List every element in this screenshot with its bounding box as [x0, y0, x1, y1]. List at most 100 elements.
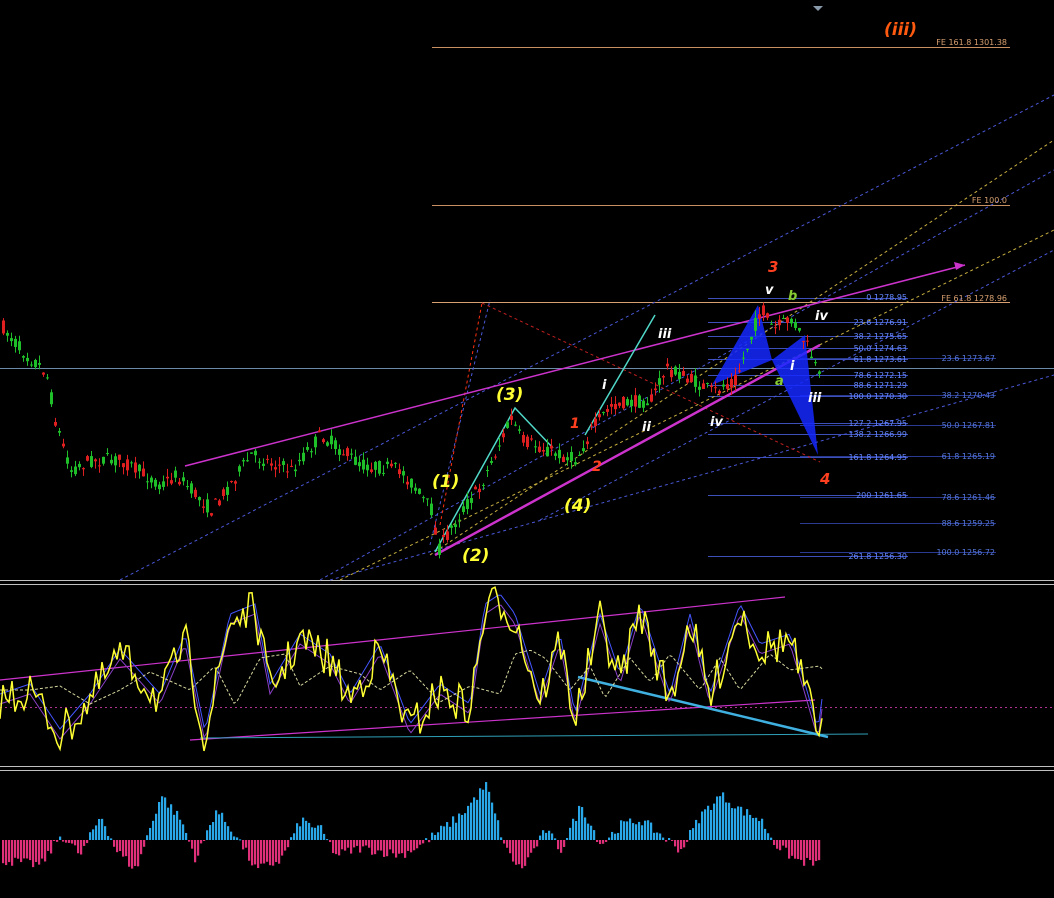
candle-body[interactable]	[302, 452, 305, 462]
candle-body[interactable]	[762, 305, 765, 316]
candle-body[interactable]	[546, 446, 549, 457]
candle-body[interactable]	[358, 462, 361, 467]
candle-body[interactable]	[774, 327, 777, 329]
candle-body[interactable]	[578, 454, 581, 456]
candle-body[interactable]	[62, 443, 65, 447]
candle-body[interactable]	[146, 481, 149, 483]
candle-body[interactable]	[10, 338, 13, 342]
candle-body[interactable]	[594, 418, 597, 426]
candle-body[interactable]	[242, 460, 245, 462]
candle-body[interactable]	[306, 446, 309, 450]
candle-body[interactable]	[678, 371, 681, 379]
candle-body[interactable]	[26, 357, 29, 362]
candle-body[interactable]	[158, 484, 161, 490]
candle-body[interactable]	[214, 498, 217, 500]
candle-body[interactable]	[54, 422, 57, 426]
candle-body[interactable]	[654, 388, 657, 391]
candle-body[interactable]	[50, 392, 53, 405]
candle-body[interactable]	[694, 375, 697, 387]
candle-body[interactable]	[142, 468, 145, 477]
candle-body[interactable]	[686, 378, 689, 383]
candle-body[interactable]	[270, 463, 273, 466]
candle-body[interactable]	[294, 469, 297, 472]
candle-body[interactable]	[190, 483, 193, 494]
candle-body[interactable]	[802, 341, 805, 343]
candle-body[interactable]	[366, 464, 369, 471]
candle-body[interactable]	[818, 371, 821, 374]
candle-body[interactable]	[170, 480, 173, 484]
candle-body[interactable]	[542, 449, 545, 452]
candle-body[interactable]	[206, 499, 209, 513]
candle-body[interactable]	[642, 400, 645, 408]
candle-body[interactable]	[766, 313, 769, 318]
candle-body[interactable]	[6, 332, 9, 336]
candle-body[interactable]	[614, 403, 617, 410]
candle-body[interactable]	[726, 384, 729, 389]
candle-body[interactable]	[550, 445, 553, 449]
candle-body[interactable]	[566, 457, 569, 461]
candle-body[interactable]	[470, 498, 473, 503]
candle-body[interactable]	[154, 479, 157, 487]
candle-body[interactable]	[586, 441, 589, 445]
candle-body[interactable]	[90, 456, 93, 467]
candle-body[interactable]	[198, 497, 201, 501]
candle-body[interactable]	[630, 399, 633, 407]
candle-body[interactable]	[706, 382, 709, 384]
candle-body[interactable]	[46, 377, 49, 379]
candle-body[interactable]	[486, 470, 489, 472]
candle-body[interactable]	[374, 461, 377, 470]
candle-body[interactable]	[682, 370, 685, 376]
candle-body[interactable]	[482, 484, 485, 486]
candle-body[interactable]	[250, 452, 253, 454]
candle-body[interactable]	[662, 376, 665, 378]
candle-body[interactable]	[698, 386, 701, 390]
candle-body[interactable]	[474, 486, 477, 490]
candle-body[interactable]	[514, 424, 517, 426]
candle-body[interactable]	[494, 456, 497, 458]
candle-body[interactable]	[390, 463, 393, 467]
candle-body[interactable]	[418, 488, 421, 494]
candle-body[interactable]	[598, 414, 601, 418]
candle-body[interactable]	[330, 435, 333, 445]
candle-body[interactable]	[322, 439, 325, 443]
candle-body[interactable]	[138, 464, 141, 472]
candle-body[interactable]	[338, 449, 341, 455]
candle-body[interactable]	[258, 461, 261, 463]
candle-body[interactable]	[126, 459, 129, 471]
candle-body[interactable]	[278, 464, 281, 466]
candle-body[interactable]	[650, 394, 653, 402]
candle-body[interactable]	[286, 471, 289, 473]
candle-body[interactable]	[562, 456, 565, 462]
candle-body[interactable]	[342, 454, 345, 456]
candle-body[interactable]	[478, 488, 481, 493]
candle-body[interactable]	[30, 364, 33, 366]
candle-body[interactable]	[74, 466, 77, 475]
candle-body[interactable]	[610, 404, 613, 407]
candle-body[interactable]	[526, 436, 529, 448]
trend-line[interactable]	[434, 343, 821, 557]
candle-body[interactable]	[554, 453, 557, 456]
candle-body[interactable]	[282, 461, 285, 466]
candle-body[interactable]	[434, 527, 437, 535]
candle-body[interactable]	[754, 317, 757, 331]
candle-body[interactable]	[658, 378, 661, 385]
candle-body[interactable]	[106, 453, 109, 455]
candle-body[interactable]	[450, 525, 453, 528]
candle-body[interactable]	[534, 446, 537, 448]
candle-body[interactable]	[730, 379, 733, 388]
candle-body[interactable]	[538, 446, 541, 452]
candle-body[interactable]	[810, 356, 813, 359]
candle-body[interactable]	[58, 430, 61, 433]
candle-body[interactable]	[262, 463, 265, 466]
candle-body[interactable]	[490, 461, 493, 463]
candle-body[interactable]	[14, 338, 17, 347]
candle-body[interactable]	[786, 317, 789, 323]
candle-body[interactable]	[806, 340, 809, 342]
candle-body[interactable]	[666, 363, 669, 367]
candle-body[interactable]	[66, 457, 69, 464]
candle-body[interactable]	[794, 322, 797, 328]
candle-body[interactable]	[266, 458, 269, 460]
candle-body[interactable]	[746, 348, 749, 350]
candle-body[interactable]	[790, 318, 793, 324]
candle-body[interactable]	[570, 451, 573, 461]
